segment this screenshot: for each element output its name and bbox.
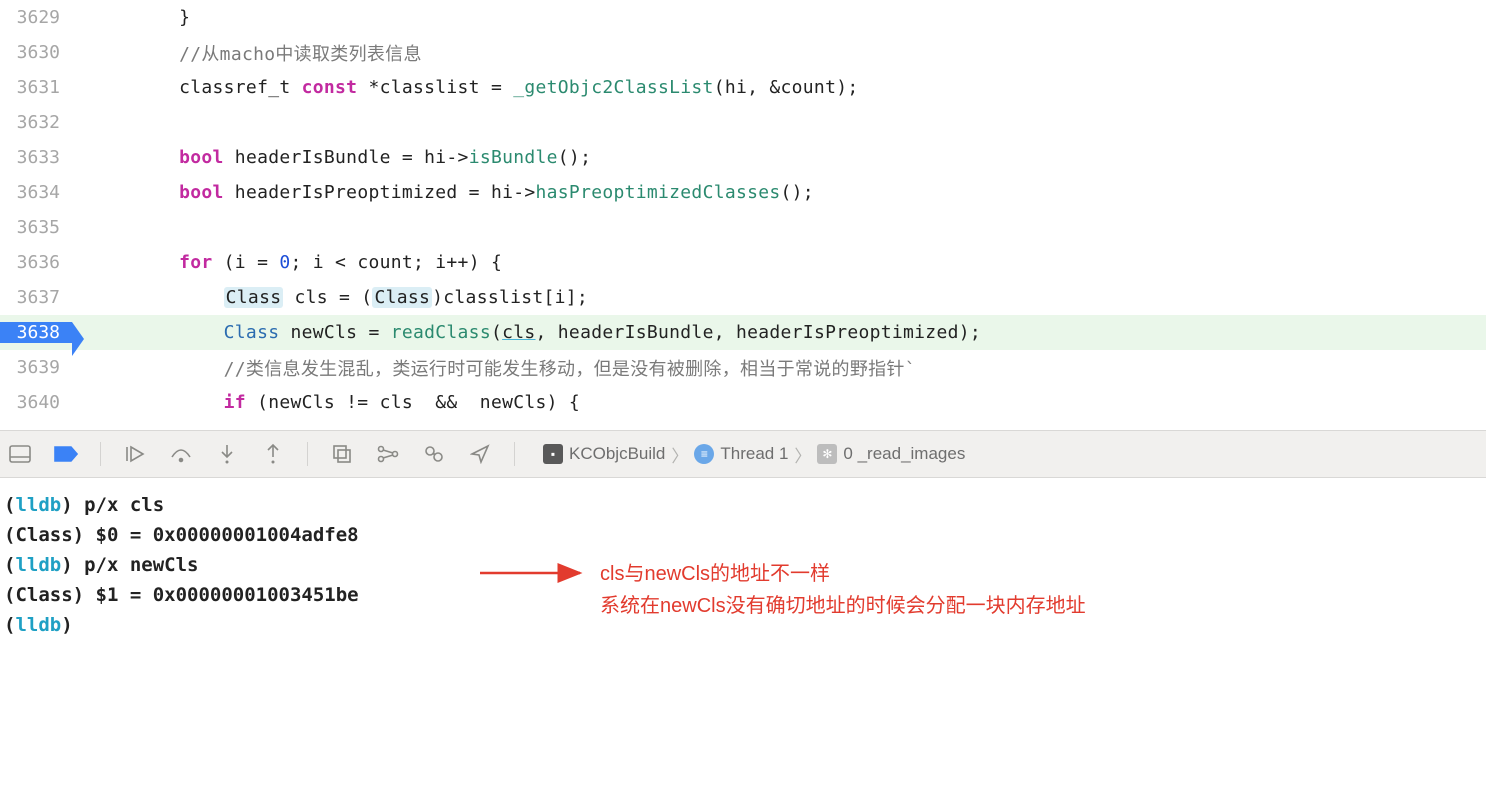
code-line[interactable]: 3631 classref_t const *classlist = _getO…	[0, 70, 1486, 105]
code-line[interactable]: 3640 if (newCls != cls && newCls) {	[0, 385, 1486, 420]
line-number[interactable]: 3636	[0, 252, 72, 273]
code-content: Class cls = (Class)classlist[i];	[72, 287, 1486, 308]
line-number[interactable]: 3640	[0, 392, 72, 413]
chevron-right-icon: 〉	[794, 442, 811, 467]
crumb-target[interactable]: ▪ KCObjcBuild	[543, 444, 665, 464]
step-out-icon[interactable]	[261, 442, 285, 466]
crumb-thread[interactable]: ≡ Thread 1	[694, 444, 788, 464]
crumb-frame-label: 0 _read_images	[843, 444, 965, 464]
code-line[interactable]: 3629 }	[0, 0, 1486, 35]
annotation-line-2: 系统在newCls没有确切地址的时候会分配一块内存地址	[600, 590, 1086, 622]
line-number[interactable]: 3632	[0, 112, 72, 133]
annotation-arrow	[480, 562, 590, 592]
code-content	[72, 112, 1486, 133]
code-content: bool headerIsPreoptimized = hi->hasPreop…	[72, 182, 1486, 203]
line-number[interactable]: 3634	[0, 182, 72, 203]
environment-overrides-icon[interactable]	[422, 442, 446, 466]
thread-icon: ≡	[694, 444, 714, 464]
code-line[interactable]: 3634 bool headerIsPreoptimized = hi->has…	[0, 175, 1486, 210]
code-line[interactable]: 3630 //从macho中读取类列表信息	[0, 35, 1486, 70]
line-number[interactable]: 3631	[0, 77, 72, 98]
code-line[interactable]: 3635	[0, 210, 1486, 245]
toolbar-separator	[307, 442, 308, 466]
debug-toolbar: ▪ KCObjcBuild 〉 ≡ Thread 1 〉 ✻ 0 _read_i…	[0, 430, 1486, 478]
annotation-text: cls与newCls的地址不一样 系统在newCls没有确切地址的时候会分配一块…	[600, 558, 1086, 622]
crumb-thread-label: Thread 1	[720, 444, 788, 464]
code-content: }	[72, 7, 1486, 28]
memory-graph-icon[interactable]	[376, 442, 400, 466]
code-content	[72, 217, 1486, 238]
line-number[interactable]: 3637	[0, 287, 72, 308]
continue-icon[interactable]	[123, 442, 147, 466]
breakpoint-gutter[interactable]: 3638	[0, 322, 72, 343]
line-number[interactable]: 3639	[0, 357, 72, 378]
line-number[interactable]: 3633	[0, 147, 72, 168]
code-content: if (newCls != cls && newCls) {	[72, 392, 1486, 413]
code-content: Class newCls = readClass(cls, headerIsBu…	[72, 322, 1486, 343]
console-line: (Class) $0 = 0x00000001004adfe8	[4, 520, 1482, 550]
crumb-target-label: KCObjcBuild	[569, 444, 665, 464]
annotation-line-1: cls与newCls的地址不一样	[600, 558, 1086, 590]
code-content: bool headerIsBundle = hi->isBundle();	[72, 147, 1486, 168]
code-line[interactable]: 3633 bool headerIsBundle = hi->isBundle(…	[0, 140, 1486, 175]
code-line[interactable]: 3638 Class newCls = readClass(cls, heade…	[0, 315, 1486, 350]
gear-icon: ✻	[817, 444, 837, 464]
code-editor[interactable]: 3629 }3630 //从macho中读取类列表信息3631 classref…	[0, 0, 1486, 430]
code-content: //类信息发生混乱，类运行时可能发生移动，但是没有被删除，相当于常说的野指针`	[72, 355, 1486, 381]
console-line: (lldb) p/x cls	[4, 490, 1482, 520]
panel-toggle-icon[interactable]	[8, 442, 32, 466]
view-debugger-icon[interactable]	[330, 442, 354, 466]
code-line[interactable]: 3632	[0, 105, 1486, 140]
target-icon: ▪	[543, 444, 563, 464]
code-content: for (i = 0; i < count; i++) {	[72, 252, 1486, 273]
chevron-right-icon: 〉	[671, 442, 688, 467]
line-number[interactable]: 3635	[0, 217, 72, 238]
location-icon[interactable]	[468, 442, 492, 466]
code-content: //从macho中读取类列表信息	[72, 40, 1486, 66]
line-number[interactable]: 3630	[0, 42, 72, 63]
step-into-icon[interactable]	[215, 442, 239, 466]
toolbar-separator	[100, 442, 101, 466]
crumb-frame[interactable]: ✻ 0 _read_images	[817, 444, 965, 464]
step-over-icon[interactable]	[169, 442, 193, 466]
code-line[interactable]: 3639 //类信息发生混乱，类运行时可能发生移动，但是没有被删除，相当于常说的…	[0, 350, 1486, 385]
code-content: classref_t const *classlist = _getObjc2C…	[72, 77, 1486, 98]
breakpoint-toggle-icon[interactable]	[54, 442, 78, 466]
debug-console[interactable]: (lldb) p/x cls(Class) $0 = 0x00000001004…	[0, 478, 1486, 796]
toolbar-separator	[514, 442, 515, 466]
debug-breadcrumb: ▪ KCObjcBuild 〉 ≡ Thread 1 〉 ✻ 0 _read_i…	[543, 442, 965, 467]
code-line[interactable]: 3636 for (i = 0; i < count; i++) {	[0, 245, 1486, 280]
line-number[interactable]: 3629	[0, 7, 72, 28]
code-line[interactable]: 3637 Class cls = (Class)classlist[i];	[0, 280, 1486, 315]
